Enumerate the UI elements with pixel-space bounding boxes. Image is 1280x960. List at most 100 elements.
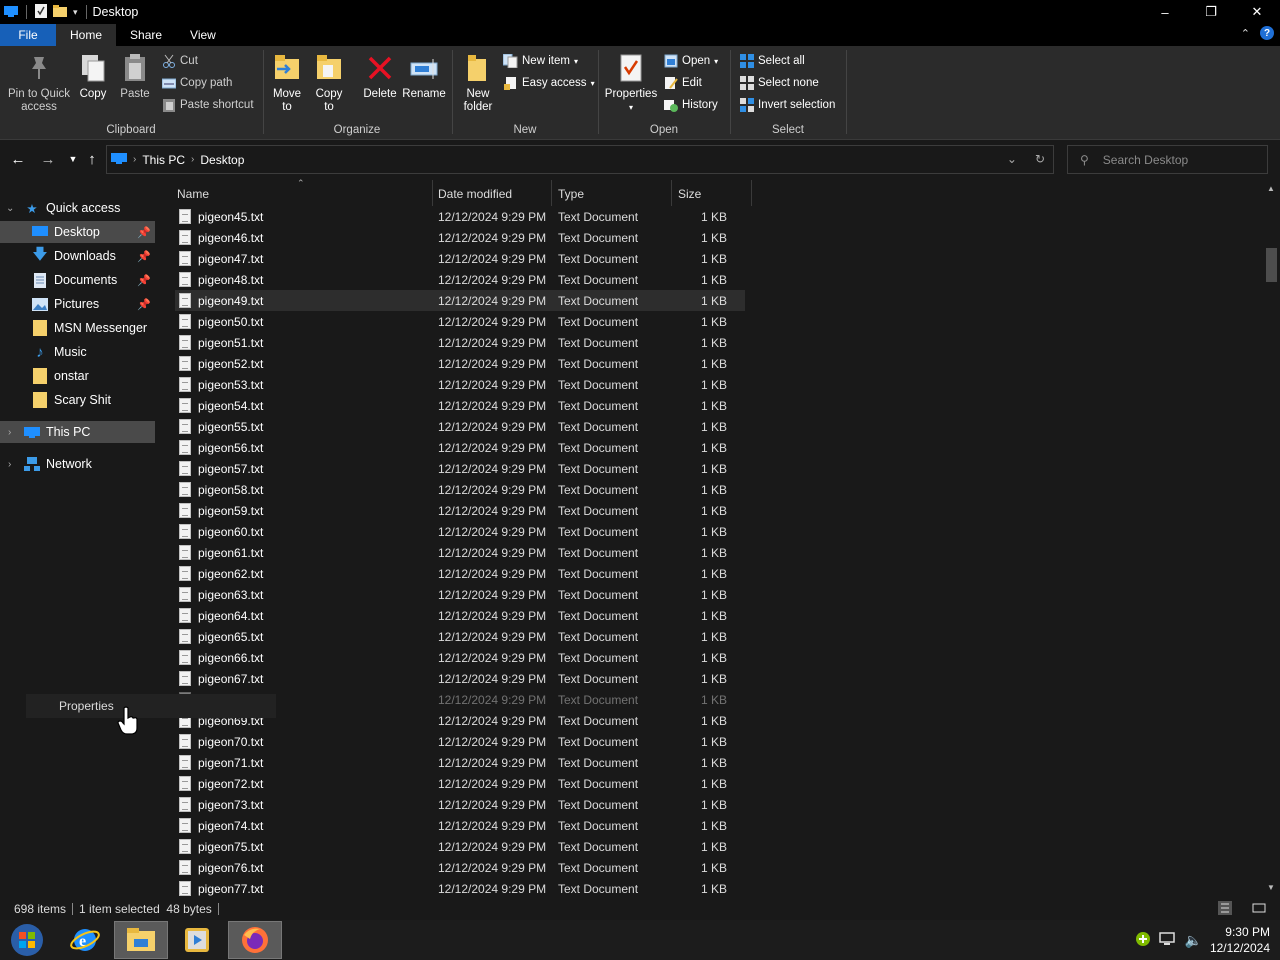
column-divider[interactable]	[551, 180, 552, 206]
file-row[interactable]: pigeon66.txt 12/12/2024 9:29 PM Text Docum…	[175, 647, 745, 668]
search-box[interactable]: ⚲ Search Desktop	[1067, 145, 1268, 174]
file-row[interactable]: pigeon64.txt 12/12/2024 9:29 PM Text Docum…	[175, 605, 745, 626]
pin-icon[interactable]: 📌	[137, 298, 151, 311]
scrollbar-thumb[interactable]	[1266, 248, 1277, 282]
edit-button[interactable]: Edit	[663, 74, 702, 92]
file-row[interactable]: pigeon73.txt 12/12/2024 9:29 PM Text Docum…	[175, 794, 745, 815]
paste-button[interactable]: Paste	[118, 52, 152, 101]
address-dropdown-chevron-icon[interactable]: ⌄	[1007, 152, 1017, 166]
paste-shortcut-button[interactable]: Paste shortcut	[161, 96, 254, 114]
pin-icon[interactable]: 📌	[137, 226, 151, 239]
volume-tray-icon[interactable]: 🔈	[1185, 932, 1202, 949]
network-tray-icon[interactable]	[1158, 931, 1177, 950]
nav-network[interactable]: › Network	[0, 453, 155, 475]
media-player-icon[interactable]	[170, 921, 224, 959]
history-button[interactable]: History	[663, 96, 718, 114]
copy-button[interactable]: Copy	[76, 52, 110, 101]
chevron-up-icon[interactable]: ⌃	[1241, 27, 1250, 40]
invert-selection-button[interactable]: Invert selection	[739, 96, 835, 114]
update-tray-icon[interactable]	[1135, 931, 1151, 950]
file-row[interactable]: pigeon62.txt 12/12/2024 9:29 PM Text Docum…	[175, 563, 745, 584]
file-row[interactable]: pigeon55.txt 12/12/2024 9:29 PM Text Docum…	[175, 416, 745, 437]
file-row[interactable]: pigeon70.txt 12/12/2024 9:29 PM Text Docum…	[175, 731, 745, 752]
nav-pictures[interactable]: Pictures 📌	[0, 293, 155, 315]
file-row[interactable]: pigeon51.txt 12/12/2024 9:29 PM Text Docum…	[175, 332, 745, 353]
move-to-button[interactable]: Move to	[270, 52, 304, 114]
file-row[interactable]: pigeon50.txt 12/12/2024 9:29 PM Text Docum…	[175, 311, 745, 332]
easy-access-button[interactable]: Easy access ▾	[503, 74, 595, 92]
expand-chevron-icon[interactable]: ›	[8, 427, 11, 438]
forward-arrow-icon[interactable]: →	[39, 149, 57, 169]
pin-to-quick-access-button[interactable]: Pin to Quick access	[6, 52, 72, 114]
select-all-button[interactable]: Select all	[739, 52, 805, 70]
pin-icon[interactable]: 📌	[137, 250, 151, 263]
breadcrumb-this-pc[interactable]: This PC	[142, 153, 185, 167]
column-divider[interactable]	[432, 180, 433, 206]
rename-button[interactable]: Rename	[402, 52, 446, 101]
close-button[interactable]: ✕	[1234, 0, 1280, 24]
file-row[interactable]: pigeon49.txt 12/12/2024 9:29 PM Text Docum…	[175, 290, 745, 311]
copy-to-button[interactable]: Copy to	[312, 52, 346, 114]
breadcrumb-chevron-icon[interactable]: ›	[133, 154, 136, 165]
file-row[interactable]: pigeon52.txt 12/12/2024 9:29 PM Text Docum…	[175, 353, 745, 374]
nav-onstar[interactable]: onstar	[0, 365, 155, 387]
nav-documents[interactable]: Documents 📌	[0, 269, 155, 291]
file-row[interactable]: pigeon77.txt 12/12/2024 9:29 PM Text Docum…	[175, 878, 745, 896]
customize-qa-icon[interactable]: ▾	[73, 7, 78, 18]
minimize-button[interactable]: –	[1142, 0, 1188, 24]
breadcrumb-chevron-icon[interactable]: ›	[191, 154, 194, 165]
address-bar[interactable]: › This PC › Desktop ⌄ ↻	[106, 145, 1054, 174]
file-row[interactable]: pigeon58.txt 12/12/2024 9:29 PM Text Docum…	[175, 479, 745, 500]
file-row[interactable]: pigeon54.txt 12/12/2024 9:29 PM Text Docum…	[175, 395, 745, 416]
file-row[interactable]: pigeon56.txt 12/12/2024 9:29 PM Text Docum…	[175, 437, 745, 458]
tab-home[interactable]: Home	[56, 24, 117, 46]
pin-icon[interactable]: 📌	[137, 274, 151, 287]
recent-locations-chevron-icon[interactable]: ▼	[64, 149, 82, 169]
file-row[interactable]: pigeon67.txt 12/12/2024 9:29 PM Text Docum…	[175, 668, 745, 689]
copy-path-button[interactable]: Copy path	[161, 74, 232, 92]
cut-button[interactable]: Cut	[161, 52, 198, 70]
column-divider[interactable]	[671, 180, 672, 206]
nav-downloads[interactable]: 🡇 Downloads 📌	[0, 245, 155, 267]
file-row[interactable]: pigeon61.txt 12/12/2024 9:29 PM Text Docum…	[175, 542, 745, 563]
delete-button[interactable]: Delete	[360, 52, 400, 101]
internet-explorer-icon[interactable]: e	[58, 921, 112, 959]
file-row[interactable]: pigeon45.txt 12/12/2024 9:29 PM Text Docum…	[175, 206, 745, 227]
new-folder-button[interactable]: New folder	[459, 52, 497, 114]
scroll-down-arrow-icon[interactable]: ▼	[1267, 883, 1275, 892]
nav-desktop[interactable]: Desktop 📌	[0, 221, 155, 243]
file-row[interactable]: pigeon71.txt 12/12/2024 9:29 PM Text Docum…	[175, 752, 745, 773]
select-none-button[interactable]: Select none	[739, 74, 819, 92]
large-icons-view-icon[interactable]	[1246, 901, 1272, 918]
nav-this-pc[interactable]: › This PC	[0, 421, 155, 443]
up-arrow-icon[interactable]: ↑	[83, 149, 101, 169]
file-row[interactable]: pigeon63.txt 12/12/2024 9:29 PM Text Docum…	[175, 584, 745, 605]
firefox-icon[interactable]	[228, 921, 282, 959]
new-folder-qa-icon[interactable]	[53, 4, 67, 20]
column-header-type[interactable]: Type	[558, 182, 584, 206]
help-icon[interactable]: ?	[1260, 26, 1274, 40]
details-view-icon[interactable]	[1212, 901, 1238, 918]
tab-file[interactable]: File	[0, 24, 56, 46]
file-row[interactable]: pigeon75.txt 12/12/2024 9:29 PM Text Docum…	[175, 836, 745, 857]
properties-qa-icon[interactable]	[35, 3, 47, 21]
refresh-icon[interactable]: ↻	[1035, 152, 1045, 166]
clock[interactable]: 9:30 PM 12/12/2024	[1210, 924, 1270, 956]
file-row[interactable]: pigeon57.txt 12/12/2024 9:29 PM Text Docum…	[175, 458, 745, 479]
file-row[interactable]: pigeon76.txt 12/12/2024 9:29 PM Text Docum…	[175, 857, 745, 878]
start-button[interactable]	[0, 921, 54, 959]
back-arrow-icon[interactable]: ←	[9, 149, 27, 169]
file-row[interactable]: pigeon46.txt 12/12/2024 9:29 PM Text Docum…	[175, 227, 745, 248]
file-row[interactable]: pigeon74.txt 12/12/2024 9:29 PM Text Docum…	[175, 815, 745, 836]
properties-button[interactable]: Properties ▾	[603, 52, 659, 114]
explorer-app-icon[interactable]	[4, 5, 18, 20]
file-row[interactable]: pigeon60.txt 12/12/2024 9:29 PM Text Docum…	[175, 521, 745, 542]
breadcrumb-desktop[interactable]: Desktop	[200, 153, 244, 167]
nav-quick-access[interactable]: ⌄ ★ Quick access	[0, 197, 155, 219]
file-row[interactable]: pigeon48.txt 12/12/2024 9:29 PM Text Docum…	[175, 269, 745, 290]
file-row[interactable]: pigeon72.txt 12/12/2024 9:29 PM Text Docum…	[175, 773, 745, 794]
column-header-size[interactable]: Size	[678, 182, 701, 206]
column-header-name[interactable]: Name	[177, 182, 209, 206]
expand-chevron-icon[interactable]: ⌄	[6, 203, 14, 214]
file-row[interactable]: pigeon65.txt 12/12/2024 9:29 PM Text Docum…	[175, 626, 745, 647]
